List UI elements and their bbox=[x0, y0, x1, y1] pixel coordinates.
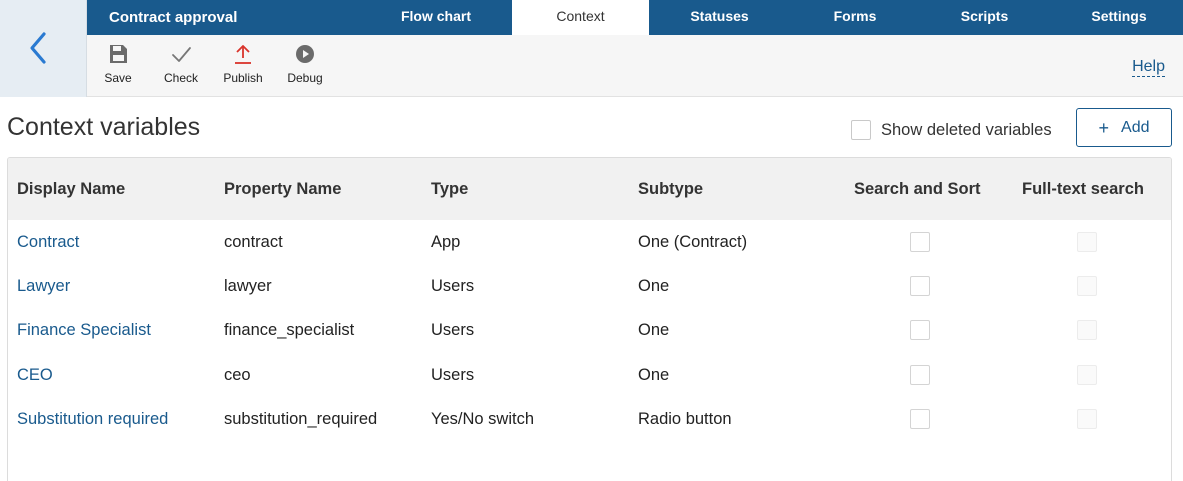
search-sort-checkbox[interactable] bbox=[910, 232, 930, 252]
header-search-and-sort: Search and Sort bbox=[854, 180, 981, 198]
table-header: Display Name Property Name Type Subtype … bbox=[8, 158, 1171, 220]
top-navigation-bar: Contract approval Flow chart Context Sta… bbox=[87, 0, 1183, 35]
display-name-link[interactable]: Contract bbox=[17, 220, 79, 264]
context-variables-table: Display Name Property Name Type Subtype … bbox=[7, 157, 1172, 481]
table-row: CEO ceo Users One bbox=[8, 353, 1171, 397]
property-name-cell: lawyer bbox=[224, 277, 272, 295]
property-name-cell: finance_specialist bbox=[224, 321, 355, 339]
table-row: Substitution required substitution_requi… bbox=[8, 397, 1171, 441]
full-text-search-checkbox bbox=[1077, 409, 1097, 429]
back-panel bbox=[0, 0, 87, 97]
subtype-cell: One bbox=[638, 366, 670, 384]
type-cell: Users bbox=[431, 366, 475, 384]
tab-context[interactable]: Context bbox=[512, 0, 649, 35]
page-title: Context variables bbox=[7, 113, 201, 141]
display-name-link[interactable]: Lawyer bbox=[17, 264, 70, 308]
app-title: Contract approval bbox=[109, 9, 238, 26]
subtype-cell: One bbox=[638, 277, 670, 295]
type-cell: Yes/No switch bbox=[431, 410, 535, 428]
publish-label: Publish bbox=[223, 71, 263, 85]
search-sort-checkbox[interactable] bbox=[910, 320, 930, 340]
show-deleted-label: Show deleted variables bbox=[881, 120, 1052, 139]
debug-label: Debug bbox=[287, 71, 323, 85]
subtype-cell: One (Contract) bbox=[638, 233, 748, 251]
search-sort-checkbox[interactable] bbox=[910, 276, 930, 296]
property-name-cell: contract bbox=[224, 233, 283, 251]
tab-statuses[interactable]: Statuses bbox=[657, 0, 782, 35]
publish-button[interactable]: Publish bbox=[218, 43, 268, 85]
tab-flow-chart[interactable]: Flow chart bbox=[370, 0, 502, 35]
full-text-search-checkbox bbox=[1077, 276, 1097, 296]
full-text-search-checkbox bbox=[1077, 232, 1097, 252]
full-text-search-checkbox bbox=[1077, 320, 1097, 340]
subtype-cell: Radio button bbox=[638, 410, 732, 428]
help-link[interactable]: Help bbox=[1132, 58, 1165, 77]
chevron-left-icon[interactable] bbox=[26, 30, 52, 66]
header-display-name[interactable]: Display Name bbox=[17, 158, 125, 220]
subtype-cell: One bbox=[638, 321, 670, 339]
show-deleted-checkbox[interactable] bbox=[851, 120, 871, 140]
checkmark-icon bbox=[172, 47, 191, 62]
show-deleted-toggle[interactable]: Show deleted variables bbox=[851, 119, 1052, 141]
header-type[interactable]: Type bbox=[431, 158, 468, 220]
add-label: Add bbox=[1121, 118, 1150, 136]
property-name-cell: substitution_required bbox=[224, 410, 378, 428]
type-cell: Users bbox=[431, 277, 475, 295]
tab-scripts[interactable]: Scripts bbox=[929, 0, 1040, 35]
header-full-text-search: Full-text search bbox=[1022, 180, 1144, 198]
tab-forms[interactable]: Forms bbox=[797, 0, 913, 35]
tab-settings[interactable]: Settings bbox=[1063, 0, 1175, 35]
header-property-name[interactable]: Property Name bbox=[224, 158, 341, 220]
add-variable-button[interactable]: + Add bbox=[1076, 108, 1172, 147]
header-subtype[interactable]: Subtype bbox=[638, 158, 703, 220]
property-name-cell: ceo bbox=[224, 366, 251, 384]
play-circle-icon bbox=[296, 45, 314, 63]
display-name-link[interactable]: CEO bbox=[17, 353, 53, 397]
display-name-link[interactable]: Substitution required bbox=[17, 397, 168, 441]
save-label: Save bbox=[104, 71, 132, 85]
table-row: Contract contract App One (Contract) bbox=[8, 220, 1171, 264]
debug-button[interactable]: Debug bbox=[280, 43, 330, 85]
save-icon bbox=[110, 45, 127, 63]
table-row: Lawyer lawyer Users One bbox=[8, 264, 1171, 308]
type-cell: App bbox=[431, 233, 461, 251]
plus-icon: + bbox=[1098, 117, 1110, 138]
publish-upload-icon bbox=[235, 45, 251, 64]
toolbar: Save Check Publish Debug Help bbox=[87, 35, 1183, 97]
save-button[interactable]: Save bbox=[93, 43, 143, 85]
search-sort-checkbox[interactable] bbox=[910, 409, 930, 429]
type-cell: Users bbox=[431, 321, 475, 339]
display-name-link[interactable]: Finance Specialist bbox=[17, 308, 151, 352]
search-sort-checkbox[interactable] bbox=[910, 365, 930, 385]
check-button[interactable]: Check bbox=[156, 43, 206, 85]
table-row: Finance Specialist finance_specialist Us… bbox=[8, 308, 1171, 352]
check-label: Check bbox=[163, 71, 198, 85]
full-text-search-checkbox bbox=[1077, 365, 1097, 385]
